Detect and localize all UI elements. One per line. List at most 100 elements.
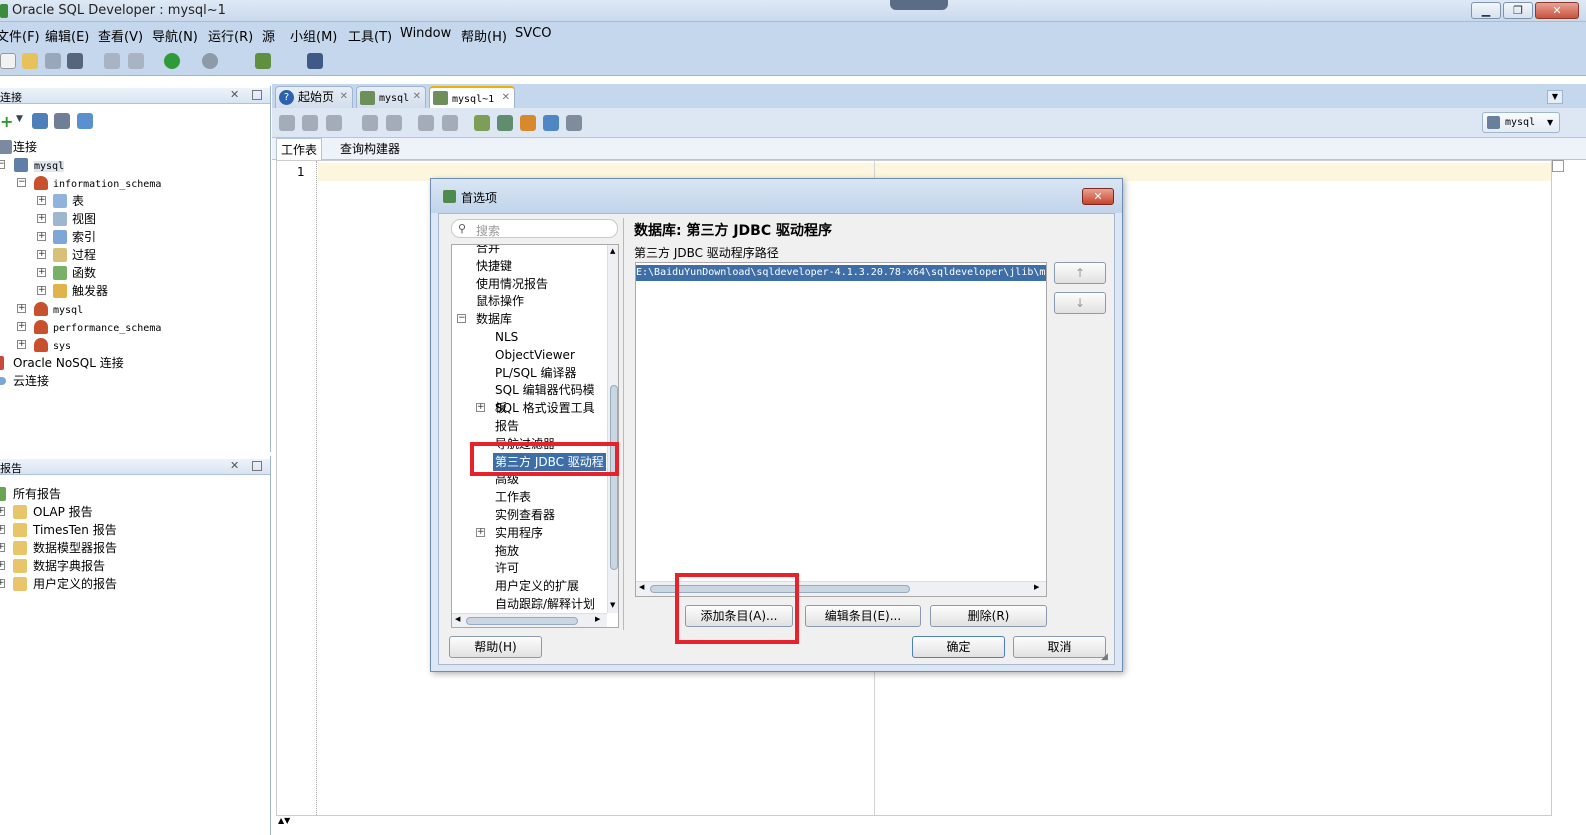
collapse-icon[interactable]: −	[0, 160, 5, 169]
preferences-tree-item[interactable]: 自动跟踪/解释计划	[452, 595, 607, 613]
sql-worksheet-icon[interactable]	[255, 53, 271, 69]
expand-icon[interactable]: +	[0, 543, 5, 552]
preferences-tree-item[interactable]: 报告	[452, 417, 607, 435]
close-tab-icon[interactable]: ✕	[413, 87, 421, 107]
expand-icon[interactable]: +	[37, 250, 46, 259]
tree-vertical-scrollbar[interactable]: ▲ ▼	[607, 245, 618, 613]
editor-split-arrows-icon[interactable]: ▲▼	[278, 816, 304, 826]
connection-selector[interactable]: mysql ▼	[1482, 112, 1560, 133]
preferences-tree-item[interactable]: NLS	[452, 328, 607, 346]
close-panel-icon[interactable]: ✕	[230, 88, 239, 101]
tree-item-triggers[interactable]: + 触发器	[0, 282, 108, 300]
minimize-panel-icon[interactable]	[252, 461, 262, 471]
forward-icon[interactable]	[202, 53, 218, 69]
tree-scroll-thumb[interactable]	[610, 385, 618, 570]
preferences-tree-item[interactable]: + 实用程序	[452, 524, 607, 542]
tree-item-indexes[interactable]: + 索引	[0, 228, 96, 246]
resize-grip-icon[interactable]: ◢	[1101, 652, 1108, 662]
schema-browser-icon[interactable]	[77, 113, 93, 129]
tab-mysql[interactable]: mysql ✕	[356, 86, 426, 108]
expand-icon[interactable]: +	[37, 214, 46, 223]
scroll-left-icon[interactable]: ◀	[455, 615, 460, 623]
minimize-panel-icon[interactable]	[252, 90, 262, 100]
format-case-icon[interactable]	[497, 115, 513, 131]
cancel-button[interactable]: 取消	[1013, 636, 1106, 658]
save-icon[interactable]	[45, 53, 61, 69]
tab-list-dropdown-icon[interactable]: ▼	[1547, 90, 1563, 104]
undo-icon[interactable]	[104, 53, 120, 69]
menu-team[interactable]: 小组(M)	[290, 26, 337, 45]
move-up-button[interactable]: ↑	[1054, 262, 1106, 284]
monitor-icon[interactable]	[307, 53, 323, 69]
preferences-tree-item[interactable]: − 数据库	[452, 310, 607, 328]
menu-file[interactable]: 文件(F)	[0, 26, 40, 45]
expand-icon[interactable]: +	[37, 286, 46, 295]
tree-item-all-reports[interactable]: 所有报告	[0, 485, 61, 503]
expand-icon[interactable]: +	[17, 322, 26, 331]
minimize-button[interactable]: ▁	[1471, 2, 1501, 19]
preferences-tree-item[interactable]: 合并	[452, 245, 607, 257]
run-script-icon[interactable]	[302, 115, 318, 131]
scroll-right-icon[interactable]: ▶	[1034, 583, 1039, 591]
search-input[interactable]: ⚲ 搜索	[451, 219, 618, 238]
redo-icon[interactable]	[128, 53, 144, 69]
menu-source[interactable]: 源	[262, 26, 275, 45]
collapse-icon[interactable]: −	[457, 314, 466, 324]
expand-icon[interactable]: +	[0, 525, 5, 534]
tree-item-data-dictionary[interactable]: + 数据字典报告	[0, 557, 105, 575]
preferences-tree-item[interactable]: 快捷键	[452, 257, 607, 275]
close-panel-icon[interactable]: ✕	[230, 459, 239, 472]
preferences-tree-item[interactable]: 鼠标操作	[452, 292, 607, 310]
close-tab-icon[interactable]: ✕	[502, 88, 510, 108]
back-icon[interactable]	[164, 53, 180, 69]
collapse-icon[interactable]: −	[17, 178, 26, 187]
preferences-tree-item[interactable]: 拖放	[452, 542, 607, 560]
preferences-tree-item[interactable]: 许可	[452, 559, 607, 577]
scroll-left-icon[interactable]: ◀	[639, 583, 644, 591]
menu-run[interactable]: 运行(R)	[208, 26, 253, 45]
tab-mysql-1[interactable]: mysql~1 ✕	[429, 86, 515, 108]
preferences-tree-item[interactable]: SQL 编辑器代码模板	[452, 381, 607, 415]
menu-edit[interactable]: 编辑(E)	[45, 26, 89, 45]
driver-path-entry[interactable]: E:\BaiduYunDownload\sqldeveloper-4.1.3.2…	[636, 265, 1046, 281]
window-drag-handle[interactable]	[890, 0, 948, 10]
sql-tuning-icon[interactable]	[474, 115, 490, 131]
filter-icon[interactable]	[54, 113, 70, 129]
preferences-tree-item[interactable]: + SQL 格式设置工具	[452, 399, 607, 417]
eraser-icon[interactable]	[520, 115, 536, 131]
expand-icon[interactable]: +	[0, 507, 5, 516]
tree-item-views[interactable]: + 视图	[0, 210, 96, 228]
preferences-tree-item[interactable]: 实例查看器	[452, 506, 607, 524]
tree-hscroll-thumb[interactable]	[466, 617, 578, 625]
add-connection-dropdown-icon[interactable]: ▼	[16, 114, 23, 124]
tree-root-connections[interactable]: 连接	[0, 138, 37, 156]
preferences-tree-item[interactable]: 工作表	[452, 488, 607, 506]
tree-item-sys[interactable]: + sys	[0, 336, 71, 354]
expand-icon[interactable]: +	[37, 196, 46, 205]
tree-item-timesten[interactable]: + TimesTen 报告	[0, 521, 117, 539]
scroll-right-icon[interactable]: ▶	[595, 615, 600, 623]
edit-entry-button[interactable]: 编辑条目(E)...	[805, 605, 921, 627]
help-button[interactable]: 帮助(H)	[449, 636, 542, 658]
delete-button[interactable]: 删除(R)	[930, 605, 1047, 627]
explain-plan-icon[interactable]	[386, 115, 402, 131]
tab-query-builder[interactable]: 查询构建器	[340, 138, 400, 160]
clear-icon[interactable]	[442, 115, 458, 131]
move-down-button[interactable]: ↓	[1054, 292, 1106, 314]
new-file-icon[interactable]	[0, 53, 16, 69]
tree-item-mysql-schema[interactable]: + mysql	[0, 300, 83, 318]
autotrace-icon[interactable]	[418, 115, 434, 131]
expand-icon[interactable]: +	[37, 268, 46, 277]
driver-path-list[interactable]: E:\BaiduYunDownload\sqldeveloper-4.1.3.2…	[635, 262, 1047, 597]
tree-item-tables[interactable]: + 表	[0, 192, 84, 210]
close-window-button[interactable]: ✕	[1535, 2, 1579, 19]
scroll-down-icon[interactable]: ▼	[610, 601, 615, 609]
maximize-button[interactable]: ❐	[1503, 2, 1533, 19]
preferences-tree-item[interactable]: 用户定义的扩展	[452, 577, 607, 595]
expand-icon[interactable]: +	[17, 304, 26, 313]
tab-worksheet[interactable]: 工作表	[276, 138, 323, 160]
expand-icon[interactable]: +	[17, 340, 26, 349]
dialog-close-button[interactable]: ✕	[1082, 188, 1114, 205]
tools-icon[interactable]	[566, 115, 582, 131]
commit-icon[interactable]	[326, 115, 342, 131]
